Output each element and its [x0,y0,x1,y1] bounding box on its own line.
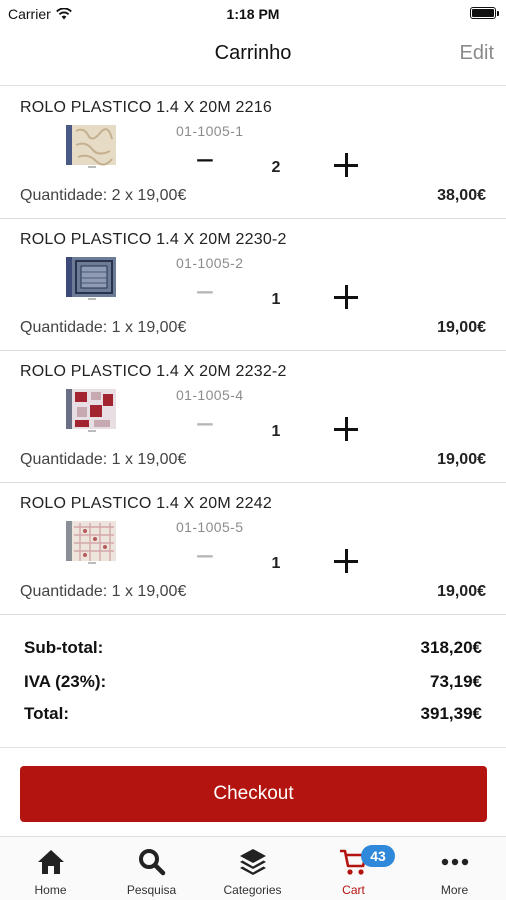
more-icon [441,858,468,866]
order-summary: Sub-total: 318,20€ IVA (23%): 73,19€ Tot… [0,616,506,748]
quantity-decrease-button[interactable]: − [190,408,220,440]
tab-label: Home [34,883,67,897]
quantity-increase-button[interactable] [330,149,362,181]
cart-item: ROLO PLASTICO 1.4 X 20M 2230-2 01-1005-2… [0,219,506,351]
product-name: ROLO PLASTICO 1.4 X 20M 2242 [20,495,272,512]
quantity-decrease-button[interactable]: − [190,276,220,308]
product-thumbnail [66,125,116,168]
page-title: Carrinho [214,42,292,64]
product-name: ROLO PLASTICO 1.4 X 20M 2216 [20,99,272,116]
quantity-price-line: Quantidade: 1 x 19,00€ [20,583,187,600]
edit-button[interactable]: Edit [460,42,494,65]
tab-label: Categories [223,883,282,897]
home-icon [37,850,64,874]
status-time: 1:18 PM [226,6,280,22]
layers-icon [239,849,266,875]
tax-row: IVA (23%): 73,19€ [24,672,482,704]
product-sku: 01-1005-5 [176,519,244,535]
tab-bar: Home Pesquisa Categories 43 Cart More [0,836,506,900]
cart-item: ROLO PLASTICO 1.4 X 20M 2216 01-1005-1 −… [0,87,506,219]
subtotal-label: Sub-total: [24,638,104,657]
status-bar: Carrier 1:18 PM [0,0,506,28]
line-total: 19,00€ [437,451,486,468]
product-sku: 01-1005-2 [176,255,244,271]
product-sku: 01-1005-4 [176,387,244,403]
total-row: Total: 391,39€ [24,704,482,736]
tab-label: More [440,883,469,897]
quantity-increase-button[interactable] [330,545,362,577]
quantity-value: 1 [271,555,281,572]
tax-value: 73,19€ [430,672,482,691]
search-icon [138,849,165,876]
tab-search[interactable]: Pesquisa [101,837,202,900]
product-sku: 01-1005-1 [176,123,244,139]
quantity-price-line: Quantidade: 2 x 19,00€ [20,187,187,204]
battery-icon [470,7,499,19]
line-total: 19,00€ [437,319,486,336]
product-name: ROLO PLASTICO 1.4 X 20M 2232-2 [20,363,287,380]
product-name: ROLO PLASTICO 1.4 X 20M 2230-2 [20,231,287,248]
quantity-value: 2 [271,159,281,176]
cart-count-badge: 43 [361,845,395,867]
tax-label: IVA (23%): [24,672,107,691]
quantity-increase-button[interactable] [330,281,362,313]
tab-home[interactable]: Home [0,837,101,900]
line-total: 38,00€ [437,187,486,204]
tab-cart[interactable]: 43 Cart [303,837,404,900]
subtotal-value: 318,20€ [420,638,482,657]
quantity-decrease-button[interactable]: − [190,144,220,176]
subtotal-row: Sub-total: 318,20€ [24,638,482,670]
quantity-value: 1 [271,291,281,308]
tab-categories[interactable]: Categories [202,837,303,900]
cart-item: ROLO PLASTICO 1.4 X 20M 2232-2 01-1005-4… [0,351,506,483]
quantity-increase-button[interactable] [330,413,362,445]
total-value: 391,39€ [420,704,482,723]
cart-item-list: ROLO PLASTICO 1.4 X 20M 2216 01-1005-1 −… [0,87,506,615]
tab-label: Pesquisa [126,883,177,897]
product-thumbnail [66,257,116,300]
quantity-price-line: Quantidade: 1 x 19,00€ [20,319,187,336]
product-thumbnail [66,389,116,432]
tab-more[interactable]: More [404,837,505,900]
tab-label: Cart [342,883,365,897]
line-total: 19,00€ [437,583,486,600]
navigation-bar: Carrinho Edit [0,28,506,86]
cart-item: ROLO PLASTICO 1.4 X 20M 2242 01-1005-5 −… [0,483,506,615]
quantity-value: 1 [271,423,281,440]
checkout-button[interactable]: Checkout [20,766,487,822]
quantity-price-line: Quantidade: 1 x 19,00€ [20,451,187,468]
quantity-decrease-button[interactable]: − [190,540,220,572]
total-label: Total: [24,704,70,723]
product-thumbnail [66,521,116,564]
